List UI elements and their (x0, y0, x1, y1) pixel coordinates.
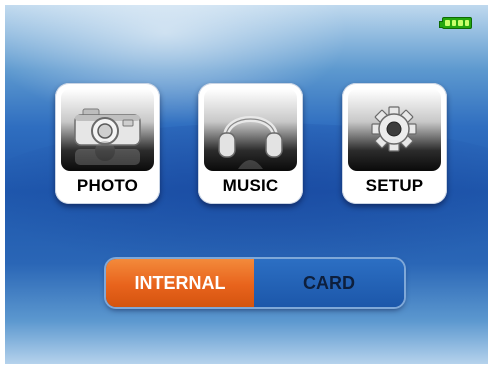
storage-toggle: INTERNAL CARD (106, 259, 404, 307)
internal-storage-button[interactable]: INTERNAL (106, 259, 254, 307)
music-label: MUSIC (222, 176, 279, 195)
headphones-icon (204, 89, 297, 171)
device-screen: PHOTO MUSIC SETUP INTERNAL CARD (5, 5, 488, 364)
camera-icon (61, 89, 154, 171)
card-storage-button[interactable]: CARD (254, 259, 404, 307)
setup-menu-button[interactable]: SETUP (342, 83, 447, 204)
photo-label: PHOTO (76, 176, 139, 195)
setup-label: SETUP (365, 176, 424, 195)
music-menu-button[interactable]: MUSIC (198, 83, 303, 204)
gear-icon (348, 89, 441, 171)
photo-menu-button[interactable]: PHOTO (55, 83, 160, 204)
battery-full-icon (439, 17, 472, 29)
